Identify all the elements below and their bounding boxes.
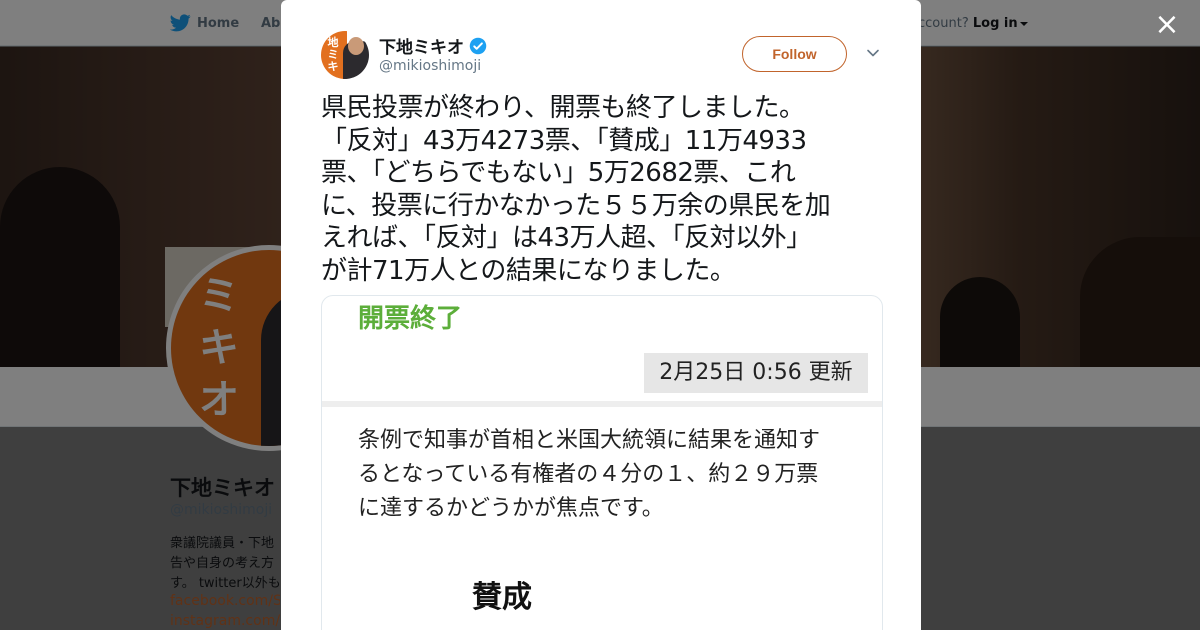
tweet-text-line: 県民投票が終わり、開票も終了しました。 — [321, 93, 805, 123]
chevron-down-icon[interactable] — [866, 46, 880, 60]
close-modal-button[interactable]: × — [1152, 10, 1182, 40]
media-result-label: 賛成 — [472, 580, 532, 615]
media-note: 条例で知事が首相と米国大統領に結果を通知す るとなっている有権者の４分の１、約２… — [358, 424, 868, 526]
verified-badge-icon — [469, 37, 487, 54]
tweet-author-avatar[interactable]: 地ミキ — [321, 31, 369, 79]
author-name-text: 下地ミキオ — [379, 38, 464, 58]
media-note-line: るとなっている有権者の４分の１、約２９万票 — [358, 462, 819, 487]
media-divider — [322, 401, 882, 407]
tweet-text-line: 「反対」43万4273票、「賛成」11万4933 — [321, 125, 807, 156]
media-timestamp: 2月25日 0:56 更新 — [644, 353, 868, 393]
tweet-author-handle[interactable]: @mikioshimoji — [379, 58, 481, 74]
tweet-text-line: に、投票に行かなかった５５万余の県民を加 — [321, 190, 831, 221]
tweet-text-line: が計71万人との結果になりました。 — [321, 255, 736, 286]
tweet-author-name[interactable]: 下地ミキオ — [379, 33, 487, 58]
media-note-line: 条例で知事が首相と米国大統領に結果を通知す — [358, 428, 821, 453]
tweet-text-line: 票、「どちらでもない」5万2682票、これ — [321, 158, 796, 188]
tweet-text-line: えれば、「反対」は43万人超、「反対以外」 — [321, 223, 812, 253]
media-note-line: に達するかどうかが焦点です。 — [358, 496, 664, 521]
tweet-media-image[interactable]: 開票終了 2月25日 0:56 更新 条例で知事が首相と米国大統領に結果を通知す… — [321, 295, 883, 630]
tweet-modal: 地ミキ 下地ミキオ @mikioshimoji Follow 県民投票が終わり、… — [281, 0, 921, 630]
follow-button[interactable]: Follow — [742, 36, 847, 72]
media-heading: 開票終了 — [358, 304, 463, 334]
avatar-text: 地ミキ — [327, 36, 339, 73]
tweet-text: 県民投票が終わり、開票も終了しました。 「反対」43万4273票、「賛成」11万… — [321, 92, 891, 287]
